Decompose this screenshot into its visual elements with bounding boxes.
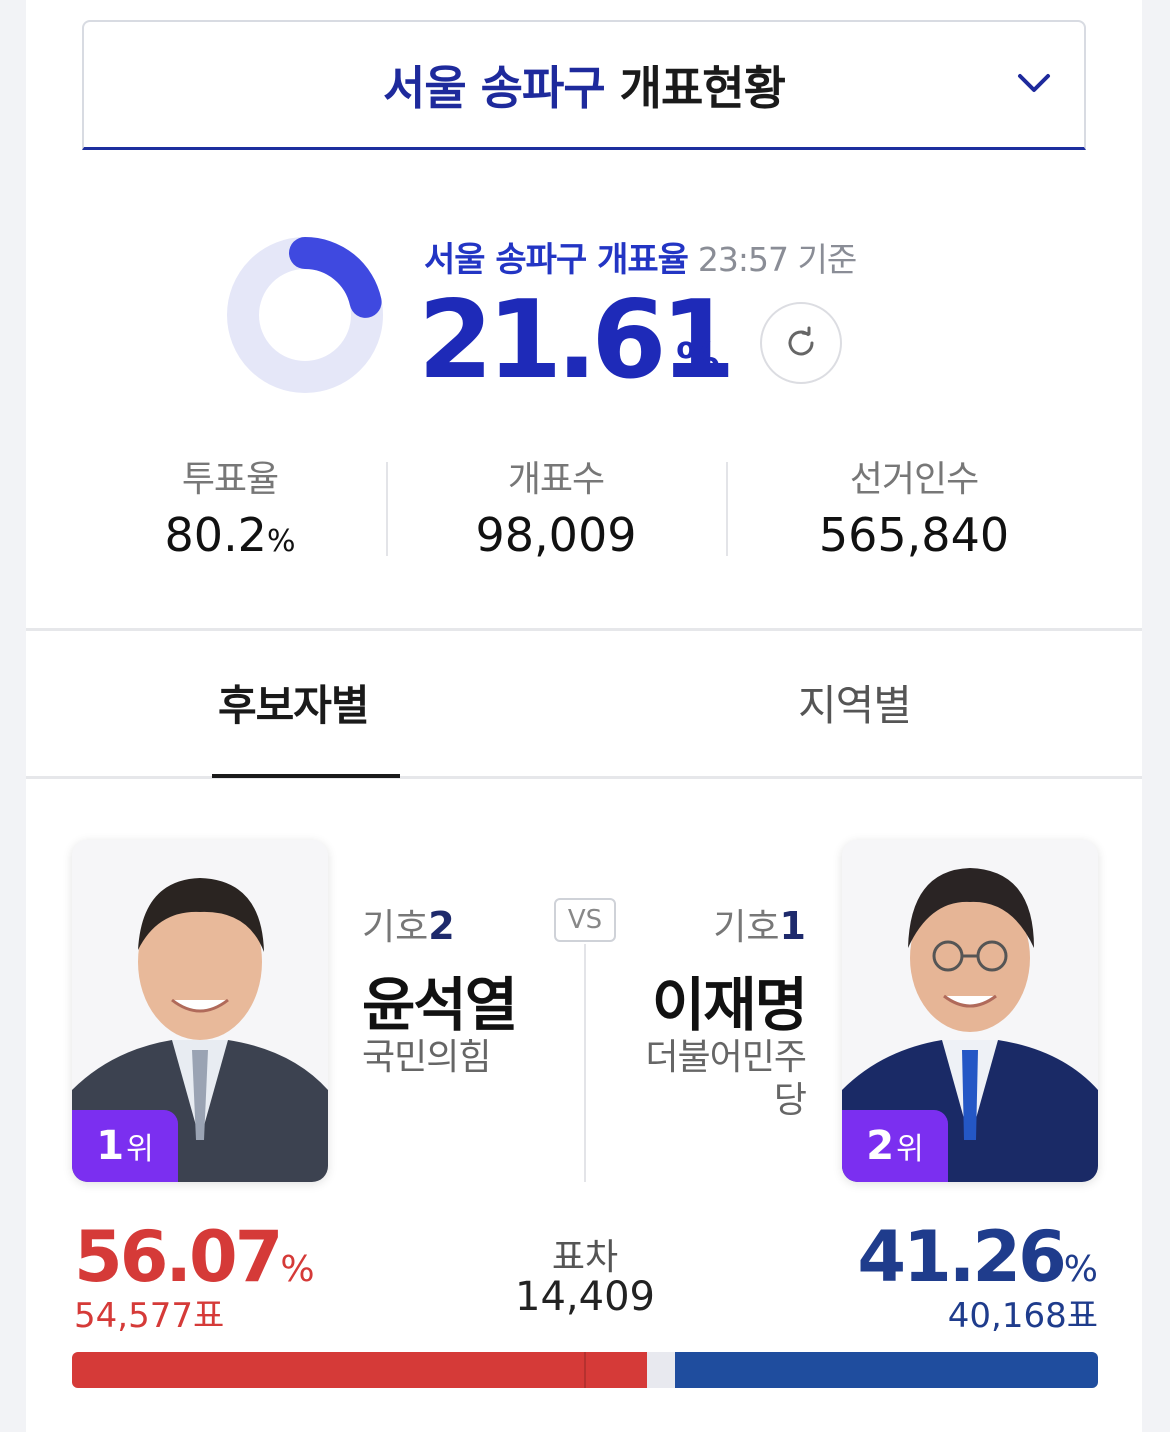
stat-turnout-value: 80.2% — [164, 508, 296, 562]
stat-electorate-label: 선거인수 — [849, 459, 979, 500]
stat-turnout-label: 투표율 — [181, 459, 279, 500]
vs-divider — [584, 944, 586, 1182]
count-rate-time: 23:57 기준 — [697, 240, 857, 279]
stat-electorate-value: 565,840 — [818, 508, 1010, 562]
count-rate-title: 서울 송파구 개표율 — [424, 240, 689, 280]
bar-midpoint — [584, 1352, 586, 1388]
tab-by-candidate[interactable]: 후보자별 — [218, 672, 370, 733]
refresh-button[interactable] — [760, 302, 842, 384]
candidate-name-left: 윤석열 — [362, 971, 518, 1039]
section-divider — [26, 628, 1142, 631]
page-title: 서울 송파구 개표현황 — [383, 52, 786, 118]
vote-count-left: 54,577표 — [74, 1296, 225, 1336]
stat-counted-label: 개표수 — [507, 459, 605, 500]
vote-share-bar-left — [72, 1352, 648, 1388]
region-name: 서울 송파구 — [383, 60, 606, 115]
rank-badge: 2위 — [842, 1110, 948, 1182]
ballot-number-left: 기호2 — [362, 904, 455, 948]
vote-gap-label: 표차 — [551, 1237, 619, 1278]
stat-electorate: 선거인수 565,840 — [796, 450, 1032, 562]
candidate-photo-left[interactable]: 1위 — [72, 840, 328, 1182]
candidate-photo-right[interactable]: 2위 — [842, 840, 1098, 1182]
title-suffix: 개표현황 — [619, 60, 786, 115]
vs-badge: VS — [554, 898, 616, 942]
tabs-divider — [26, 776, 1142, 779]
refresh-icon — [788, 326, 814, 356]
stat-divider — [386, 462, 388, 556]
vote-share-left: 56.07% — [74, 1216, 315, 1298]
count-rate-unit: % — [676, 334, 721, 385]
region-selector[interactable]: 서울 송파구 개표현황 — [82, 20, 1086, 150]
vote-count-right: 40,168표 — [947, 1296, 1098, 1336]
rank-badge: 1위 — [72, 1110, 178, 1182]
stat-counted-value: 98,009 — [475, 508, 637, 562]
chevron-down-icon — [1018, 74, 1050, 92]
party-name-right: 더불어민주 당 — [645, 1037, 807, 1122]
vote-share-bar-right — [674, 1352, 1098, 1388]
tab-by-region[interactable]: 지역별 — [798, 672, 912, 733]
vote-share-bar — [72, 1352, 1098, 1388]
vote-share-right: 41.26% — [857, 1216, 1098, 1298]
vote-gap-value: 14,409 — [515, 1274, 655, 1320]
candidate-name-right: 이재명 — [651, 971, 808, 1039]
stat-counted: 개표수 98,009 — [456, 450, 656, 562]
party-name-left: 국민의힘 — [362, 1037, 491, 1078]
count-rate-label: 서울 송파구 개표율 23:57 기준 — [424, 232, 857, 281]
stat-divider — [726, 462, 728, 556]
ballot-number-right: 기호1 — [713, 904, 806, 948]
stat-turnout: 투표율 80.2% — [150, 450, 310, 562]
active-tab-indicator — [212, 774, 400, 778]
count-rate-donut — [227, 237, 383, 393]
